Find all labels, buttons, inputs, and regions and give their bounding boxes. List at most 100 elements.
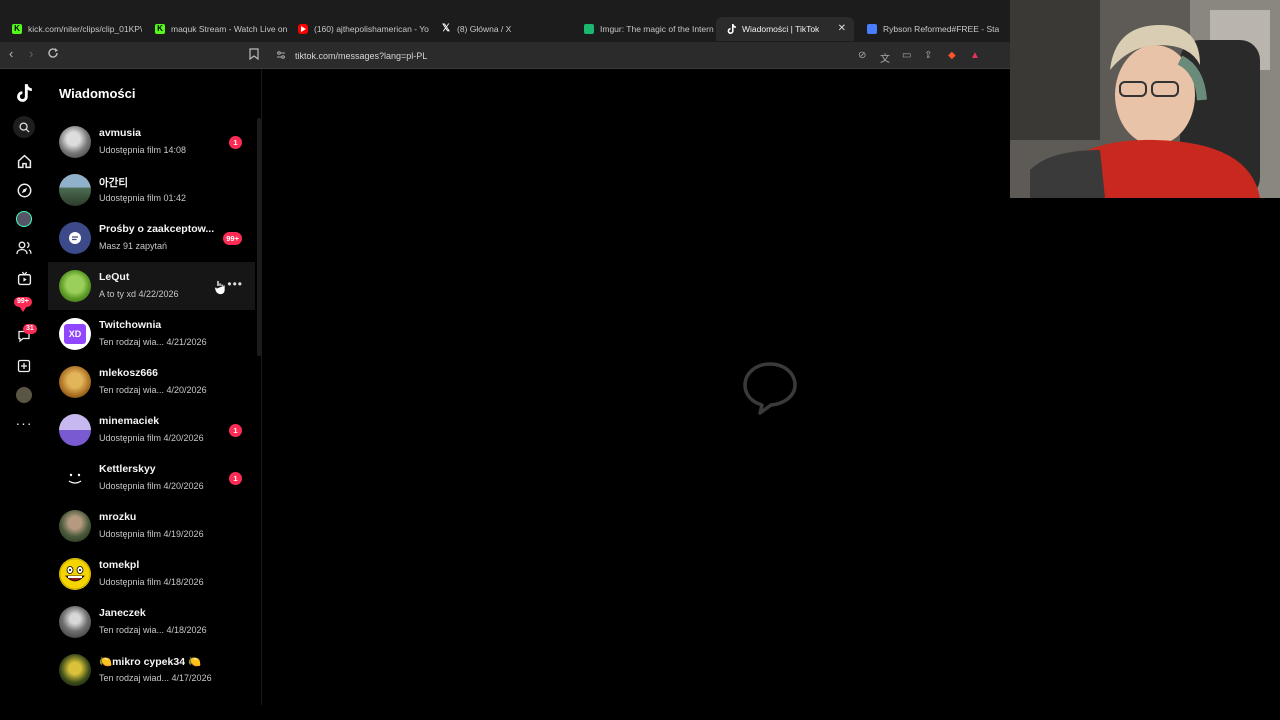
mouse-pointer-icon xyxy=(214,280,226,295)
browser-tab-active[interactable]: Wiadomości | TikTok ✕ xyxy=(716,17,854,41)
avatar xyxy=(59,270,91,302)
home-icon[interactable] xyxy=(14,151,34,171)
address-bar[interactable]: tiktok.com/messages?lang=pl-PL ⊘ 文 ▭ ⇪ ◆… xyxy=(266,46,996,66)
conversation-name: LeQut xyxy=(99,271,130,283)
conversation-item[interactable]: mrozku Udostępnia film 4/19/2026 xyxy=(48,502,255,550)
browser-tab[interactable]: (160) ajthepolishamerican - Yo xyxy=(288,18,430,40)
conversation-item[interactable]: minemaciek Udostępnia film 4/20/2026 1 xyxy=(48,406,255,454)
conversation-preview: Ten rodzaj wia... 4/21/2026 xyxy=(99,337,207,347)
avatar xyxy=(59,654,91,686)
conversation-name: 🍋mikro cypek34 🍋 xyxy=(99,656,202,668)
tab-title: kick.com/niter/clips/clip_01KP\ xyxy=(28,24,143,34)
browser-tab[interactable]: 𝕏 (8) Główna / X xyxy=(431,18,573,40)
conversation-item[interactable]: 아간티 Udostępnia film 01:42 xyxy=(48,166,255,214)
activity-icon[interactable]: 99+ xyxy=(14,295,34,315)
conversation-item[interactable]: mlekosz666 Ten rodzaj wia... 4/20/2026 xyxy=(48,358,255,406)
conversation-item[interactable]: XD Twitchownia Ten rodzaj wia... 4/21/20… xyxy=(48,310,255,358)
conversation-name: Janeczek xyxy=(99,607,146,619)
tiktok-icon xyxy=(726,24,736,34)
search-icon[interactable] xyxy=(13,116,35,138)
conversation-name: mrozku xyxy=(99,511,137,523)
conversation-preview: Udostępnia film 01:42 xyxy=(99,193,187,203)
unread-badge: 1 xyxy=(229,472,242,485)
more-icon[interactable]: ··· xyxy=(14,413,34,433)
browser-tab[interactable]: Imgur: The magic of the Intern xyxy=(574,18,716,40)
unread-badge: 1 xyxy=(229,136,242,149)
avatar: XD xyxy=(59,318,91,350)
tab-title: (160) ajthepolishamerican - Yo xyxy=(314,24,429,34)
browser-tab[interactable]: K maquk Stream - Watch Live on xyxy=(145,18,287,40)
tab-title: Imgur: The magic of the Intern xyxy=(600,24,714,34)
conversation-item[interactable]: tomekpl Udostępnia film 4/18/2026 xyxy=(48,550,255,598)
youtube-icon xyxy=(298,24,308,34)
inbox-icon[interactable]: 31 xyxy=(14,324,37,346)
upload-icon[interactable] xyxy=(14,356,34,376)
conversation-empty-area xyxy=(262,69,1010,720)
generic-site-icon xyxy=(867,24,877,34)
chat-bubble-icon xyxy=(743,362,797,415)
tab-title: Rybson Reformed#FREE - Staty xyxy=(883,24,999,34)
message-requests-icon xyxy=(59,222,91,254)
message-requests-item[interactable]: Prośby o zaakceptow... Masz 91 zapytań 9… xyxy=(48,214,255,262)
tiktok-sidebar-rail: 99+ 31 ··· xyxy=(0,69,48,720)
avatar xyxy=(59,174,91,206)
conversation-preview: A to ty xd 4/22/2026 xyxy=(99,289,179,299)
close-icon[interactable]: ✕ xyxy=(838,23,846,34)
browser-toolbar: ‹ › tiktok.com/messages?lang=pl-PL ⊘ 文 ▭… xyxy=(0,42,1010,68)
tab-title: (8) Główna / X xyxy=(457,24,512,34)
conversation-preview: Masz 91 zapytań xyxy=(99,241,168,251)
conversation-name: avmusia xyxy=(99,127,142,139)
tab-title: maquk Stream - Watch Live on xyxy=(171,24,287,34)
live-tv-icon[interactable] xyxy=(14,268,34,288)
more-options-icon[interactable]: ••• xyxy=(227,277,243,291)
tab-title: Wiadomości | TikTok xyxy=(742,24,820,34)
conversation-preview: Ten rodzaj wiad... 4/17/2026 xyxy=(99,673,212,683)
conversation-preview: Udostępnia film 4/18/2026 xyxy=(99,577,204,587)
kick-icon: K xyxy=(12,24,22,34)
share-icon[interactable]: ⇪ xyxy=(924,50,932,61)
profile-avatar-icon[interactable] xyxy=(14,385,34,405)
browser-tab[interactable]: K kick.com/niter/clips/clip_01KP\ xyxy=(2,18,144,40)
avatar xyxy=(59,606,91,638)
conversation-name: minemaciek xyxy=(99,415,160,427)
conversation-item[interactable]: avmusia Udostępnia film 14:08 1 xyxy=(48,118,255,166)
conversation-item[interactable]: Janeczek Ten rodzaj wia... 4/18/2026 xyxy=(48,598,255,646)
conversation-preview: Udostępnia film 4/20/2026 xyxy=(99,433,204,443)
avatar xyxy=(59,366,91,398)
conversation-name: mlekosz666 xyxy=(99,367,158,379)
avatar xyxy=(59,558,91,590)
brave-rewards-icon[interactable]: ▲ xyxy=(970,50,980,61)
avatar xyxy=(59,462,91,494)
following-avatar-icon[interactable] xyxy=(14,209,34,229)
conversation-name: Prośby o zaakceptow... xyxy=(99,223,215,235)
explore-compass-icon[interactable] xyxy=(14,180,34,200)
avatar xyxy=(59,414,91,446)
site-settings-icon[interactable] xyxy=(276,50,286,63)
conversation-name: tomekpl xyxy=(99,559,140,571)
conversation-item[interactable]: 🍋mikro cypek34 🍋 Ten rodzaj wiad... 4/17… xyxy=(48,646,255,694)
brave-shield-icon[interactable]: ◆ xyxy=(948,50,956,61)
imgur-icon xyxy=(584,24,594,34)
bookmark-icon[interactable] xyxy=(249,48,259,63)
back-icon[interactable]: ‹ xyxy=(9,47,13,61)
cast-icon[interactable]: ▭ xyxy=(902,50,911,61)
conversation-name: 아간티 xyxy=(99,177,128,189)
kick-icon: K xyxy=(155,24,165,34)
tiktok-logo-icon[interactable] xyxy=(14,83,34,103)
friends-icon[interactable] xyxy=(14,238,34,258)
conversation-name: Kettlerskyy xyxy=(99,463,156,475)
conversation-preview: Udostępnia film 4/20/2026 xyxy=(99,481,204,491)
inbox-badge: 31 xyxy=(23,324,37,334)
avatar xyxy=(59,126,91,158)
forward-icon[interactable]: › xyxy=(29,47,33,61)
conversation-preview: Ten rodzaj wia... 4/18/2026 xyxy=(99,625,207,635)
reload-icon[interactable] xyxy=(47,47,59,62)
conversation-preview: Udostępnia film 4/19/2026 xyxy=(99,529,204,539)
conversation-preview: Ten rodzaj wia... 4/20/2026 xyxy=(99,385,207,395)
no-tracking-icon[interactable]: ⊘ xyxy=(858,50,866,61)
browser-tab[interactable]: Rybson Reformed#FREE - Staty xyxy=(857,18,999,40)
webcam-feed-image xyxy=(1010,0,1280,198)
conversation-preview: Udostępnia film 14:08 xyxy=(99,145,187,155)
conversation-item[interactable]: Kettlerskyy Udostępnia film 4/20/2026 1 xyxy=(48,454,255,502)
translate-icon[interactable]: 文 xyxy=(880,50,890,65)
